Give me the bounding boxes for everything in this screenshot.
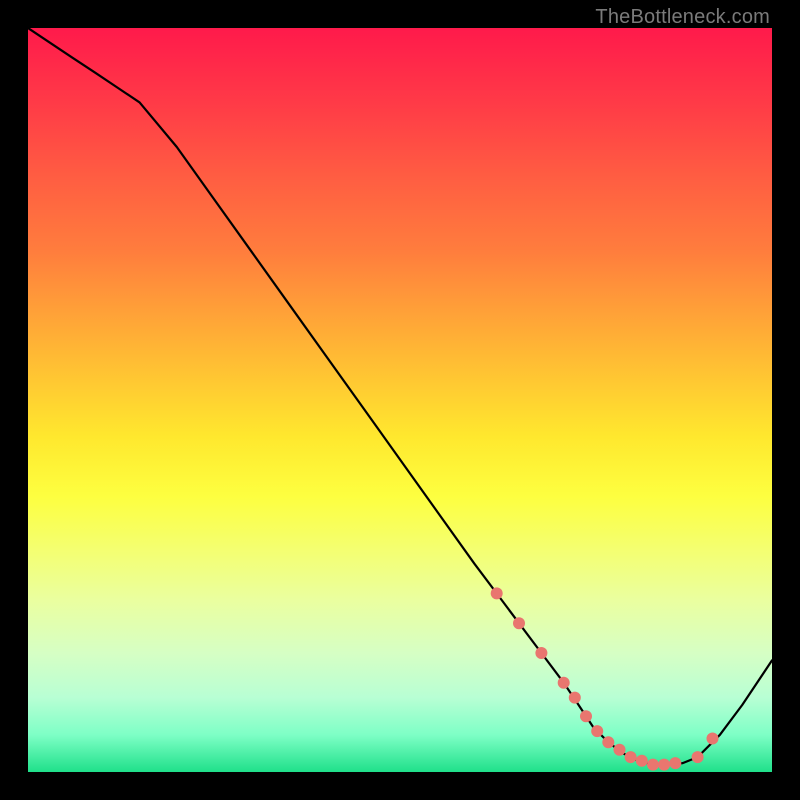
highlight-dots — [491, 587, 719, 770]
highlight-dot — [658, 759, 670, 771]
highlight-dot — [614, 744, 626, 756]
highlight-dot — [558, 677, 570, 689]
highlight-dot — [491, 587, 503, 599]
highlight-dot — [692, 751, 704, 763]
highlight-dot — [580, 710, 592, 722]
attribution-text: TheBottleneck.com — [595, 6, 770, 29]
highlight-dot — [513, 617, 525, 629]
highlight-dot — [647, 759, 659, 771]
highlight-dot — [569, 692, 581, 704]
highlight-dot — [636, 755, 648, 767]
plot-area — [28, 28, 772, 772]
highlight-dot — [535, 647, 547, 659]
highlight-dot — [602, 736, 614, 748]
curve-layer — [28, 28, 772, 772]
highlight-dot — [591, 725, 603, 737]
highlight-dot — [625, 751, 637, 763]
highlight-dot — [669, 757, 681, 769]
chart-frame: TheBottleneck.com — [0, 0, 800, 800]
bottleneck-curve — [28, 28, 772, 765]
highlight-dot — [707, 733, 719, 745]
